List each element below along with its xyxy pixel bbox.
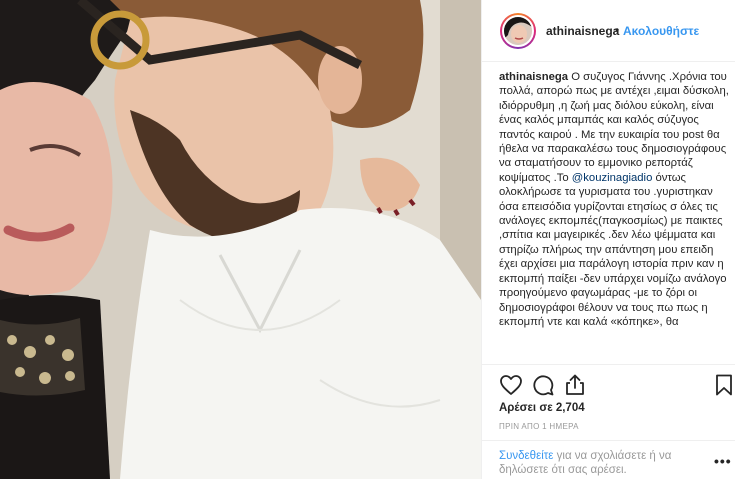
avatar-image: [504, 17, 532, 45]
header-username[interactable]: athinaisnega: [546, 24, 619, 38]
caption: athinaisnega Ο συζυγος Γιάννης .Χρόνια τ…: [499, 70, 731, 329]
like-button[interactable]: [499, 373, 523, 397]
likes-count[interactable]: Αρέσει σε 2,704: [499, 402, 585, 414]
caption-text-before: Ο συζυγος Γιάννης .Χρόνια του πολλά, απο…: [499, 71, 729, 184]
heart-icon: [500, 375, 522, 395]
post-timestamp[interactable]: ΠΡΙΝ ΑΠΟ 1 ΗΜΕΡΑ: [499, 422, 579, 431]
header-separator-dot: •: [615, 23, 620, 37]
photo-illustration: [0, 0, 481, 479]
login-prompt: Συνδεθείτε για να σχολιάσετε ή να δηλώσε…: [499, 449, 684, 477]
caption-scroll-area[interactable]: athinaisnega Ο συζυγος Γιάννης .Χρόνια τ…: [499, 70, 731, 362]
bookmark-icon: [716, 374, 732, 396]
instagram-post: athinaisnega • Ακολουθήστε athinaisnega …: [0, 0, 735, 479]
save-button[interactable]: [712, 373, 735, 397]
post-header: athinaisnega • Ακολουθήστε: [482, 0, 735, 62]
post-actions: Αρέσει σε 2,704 ΠΡΙΝ ΑΠΟ 1 ΗΜΕΡΑ Συνδεθε…: [482, 364, 735, 479]
avatar[interactable]: [502, 15, 534, 47]
share-button[interactable]: [563, 373, 587, 397]
share-icon: [566, 374, 584, 395]
comment-login-bar: Συνδεθείτε για να σχολιάσετε ή να δηλώσε…: [482, 440, 735, 480]
post-side-panel: athinaisnega • Ακολουθήστε athinaisnega …: [481, 0, 735, 479]
comment-icon: [533, 375, 554, 396]
comment-button[interactable]: [531, 373, 555, 397]
caption-text-after: όντως ολοκλήρωσε τα γυρισματα του .γυρισ…: [499, 171, 727, 328]
caption-username[interactable]: athinaisnega: [499, 71, 568, 83]
post-photo[interactable]: [0, 0, 481, 479]
follow-button[interactable]: Ακολουθήστε: [623, 24, 699, 38]
login-link[interactable]: Συνδεθείτε: [499, 450, 553, 462]
caption-mention-link[interactable]: @kouzinagiadio: [572, 172, 653, 184]
more-options-button[interactable]: •••: [714, 454, 732, 468]
story-ring[interactable]: [500, 13, 536, 49]
